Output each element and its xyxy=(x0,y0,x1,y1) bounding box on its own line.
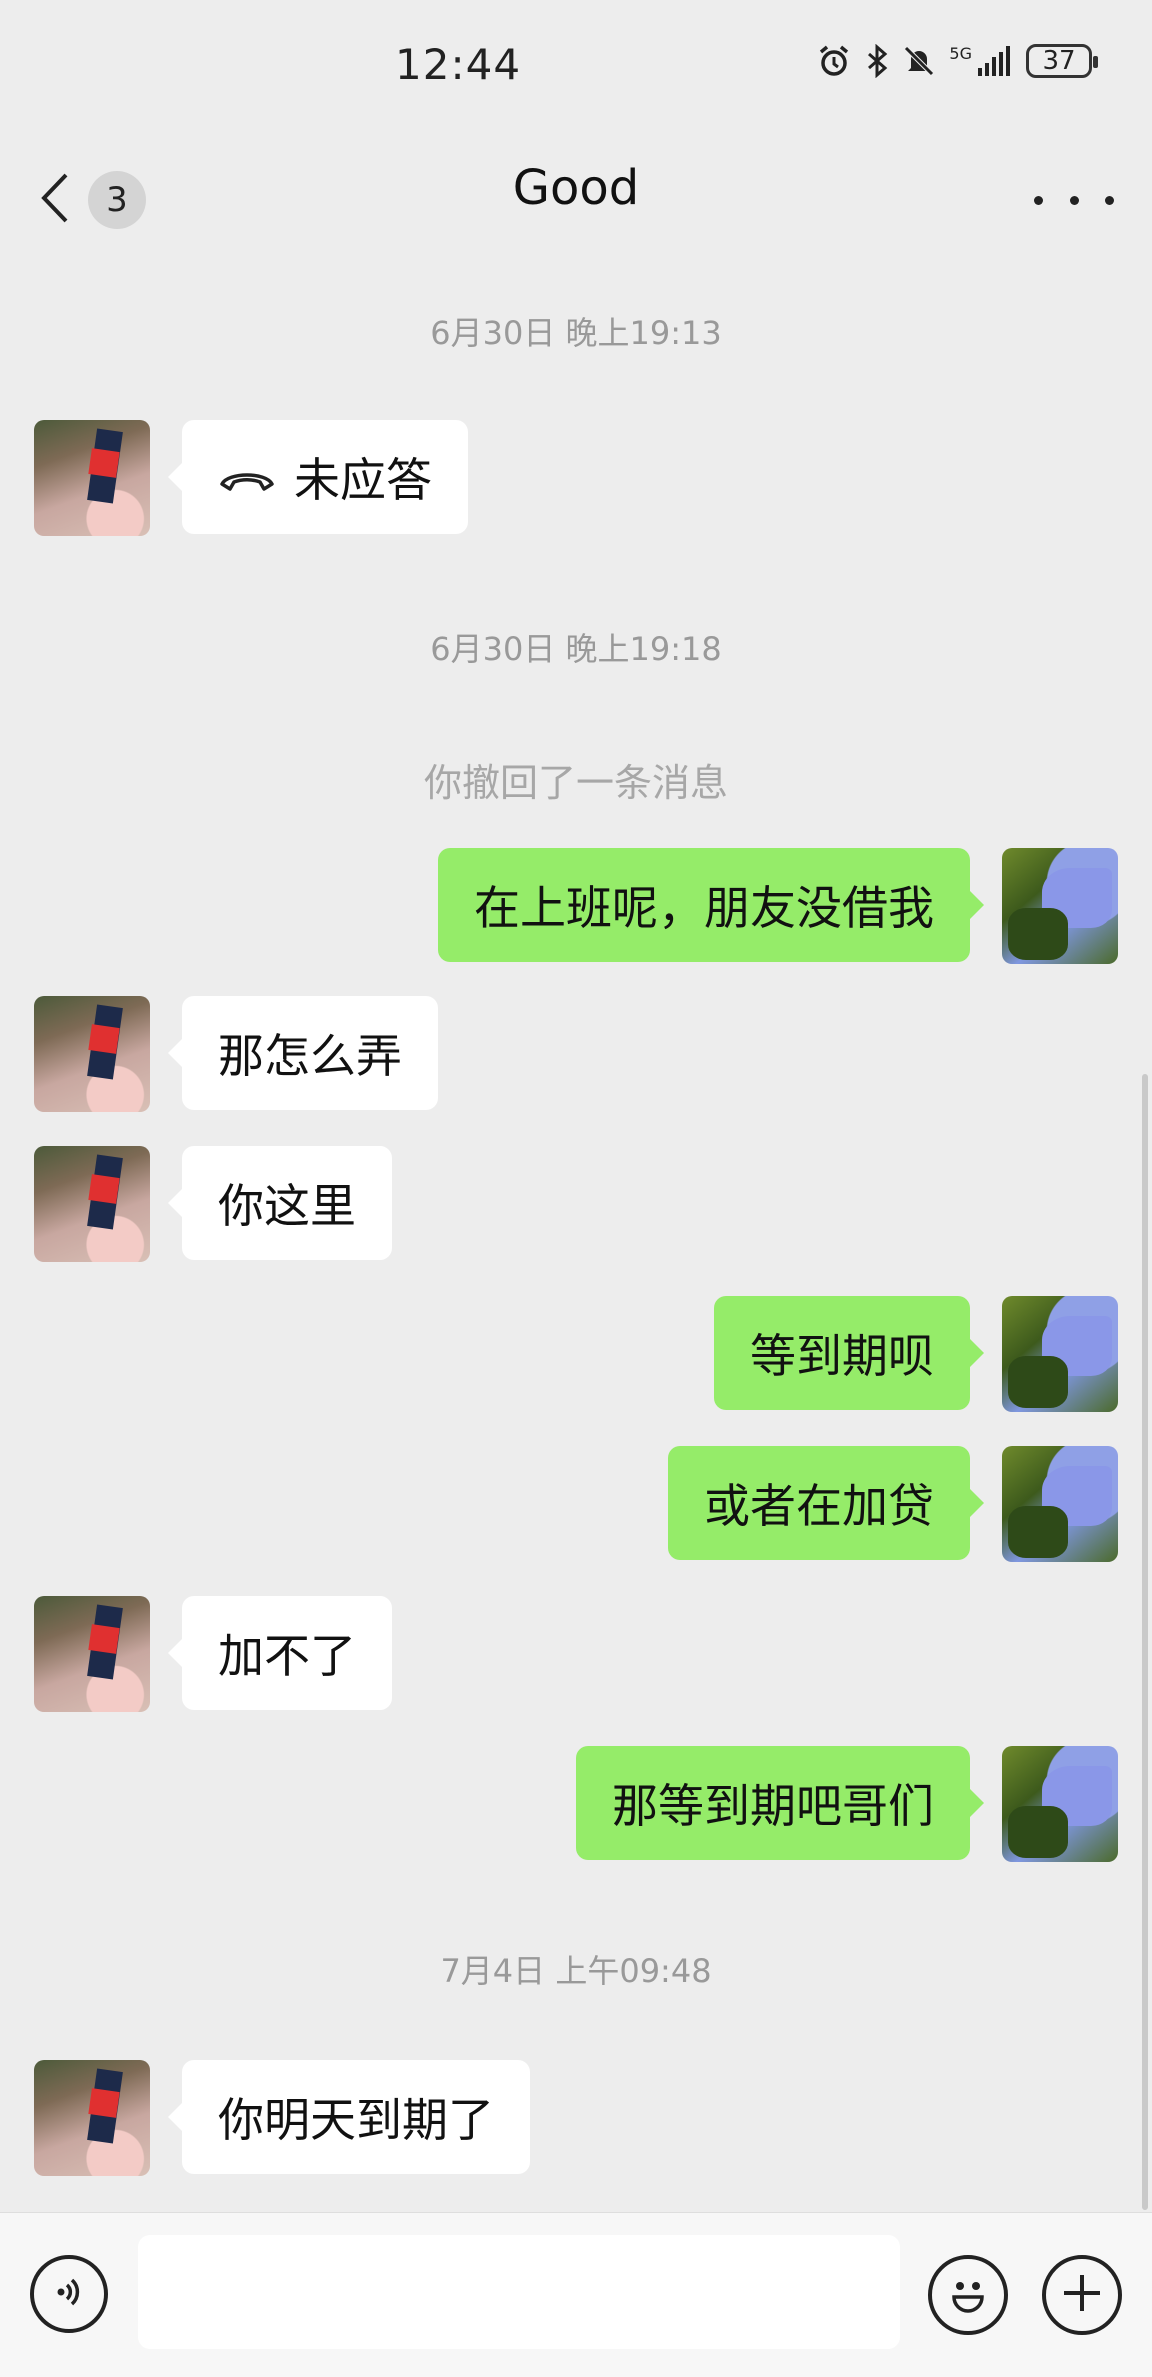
message-text: 等到期呗 xyxy=(750,1329,934,1383)
input-bar xyxy=(0,2212,1152,2377)
scrollbar[interactable] xyxy=(1142,1074,1148,2210)
recall-notice: 你撤回了一条消息 xyxy=(423,761,728,805)
sent-message[interactable]: 在上班呢，朋友没借我 xyxy=(438,848,984,962)
message-text: 那怎么弄 xyxy=(218,1029,402,1083)
contact-avatar[interactable] xyxy=(34,2060,150,2176)
received-message[interactable]: 加不了 xyxy=(168,1596,392,1710)
contact-avatar[interactable] xyxy=(34,996,150,1112)
timestamp: 7月4日 上午09:48 xyxy=(440,1952,712,1990)
mute-icon xyxy=(903,44,935,78)
status-icons: 5G 37 xyxy=(817,44,1098,78)
sent-message[interactable]: 等到期呗 xyxy=(714,1296,984,1410)
message-list[interactable]: 6月30日 晚上19:13 未应答 6月30日 晚上19:18 你撤回了一条消息… xyxy=(0,260,1152,2212)
status-time: 12:44 xyxy=(395,40,522,89)
message-text: 在上班呢，朋友没借我 xyxy=(474,881,934,935)
emoji-icon xyxy=(942,2267,994,2323)
message-input[interactable] xyxy=(138,2235,900,2349)
my-avatar[interactable] xyxy=(1002,1446,1118,1562)
more-icon-dot xyxy=(1105,195,1114,205)
message-text: 你明天到期了 xyxy=(218,2093,494,2147)
voice-button[interactable] xyxy=(30,2255,108,2333)
chat-header: 3 Good xyxy=(0,140,1152,260)
message-text: 你这里 xyxy=(218,1179,356,1233)
alarm-icon xyxy=(817,44,851,78)
contact-avatar[interactable] xyxy=(34,420,150,536)
message-text: 加不了 xyxy=(218,1629,356,1683)
message-text: 或者在加贷 xyxy=(704,1479,934,1533)
more-icon-dot xyxy=(1069,195,1079,205)
contact-avatar[interactable] xyxy=(34,1596,150,1712)
my-avatar[interactable] xyxy=(1002,1746,1118,1862)
network-type: 5G xyxy=(949,44,972,63)
more-actions-button[interactable] xyxy=(1042,2255,1122,2335)
sent-message[interactable]: 那等到期吧哥们 xyxy=(576,1746,984,1860)
received-message[interactable]: 你这里 xyxy=(168,1146,392,1260)
received-message[interactable]: 你明天到期了 xyxy=(168,2060,530,2174)
sent-message[interactable]: 或者在加贷 xyxy=(668,1446,984,1560)
plus-icon xyxy=(1060,2271,1104,2319)
battery-icon: 37 xyxy=(1026,44,1098,78)
call-message[interactable]: 未应答 xyxy=(168,420,468,534)
voice-icon xyxy=(49,2272,89,2316)
bluetooth-icon xyxy=(865,44,889,78)
chat-title: Good xyxy=(512,160,640,216)
timestamp: 6月30日 晚上19:13 xyxy=(430,314,722,352)
more-icon-dot xyxy=(1034,195,1043,205)
message-text: 那等到期吧哥们 xyxy=(612,1779,934,1833)
phone-hangup-icon xyxy=(218,462,276,492)
call-message-text: 未应答 xyxy=(294,453,432,507)
timestamp: 6月30日 晚上19:18 xyxy=(430,630,722,668)
received-message[interactable]: 那怎么弄 xyxy=(168,996,438,1110)
signal-icon: 5G xyxy=(949,46,1012,76)
contact-avatar[interactable] xyxy=(34,1146,150,1262)
emoji-button[interactable] xyxy=(928,2255,1008,2335)
more-button[interactable] xyxy=(1034,170,1114,230)
my-avatar[interactable] xyxy=(1002,848,1118,964)
my-avatar[interactable] xyxy=(1002,1296,1118,1412)
status-bar: 12:44 5G 37 xyxy=(0,0,1152,140)
